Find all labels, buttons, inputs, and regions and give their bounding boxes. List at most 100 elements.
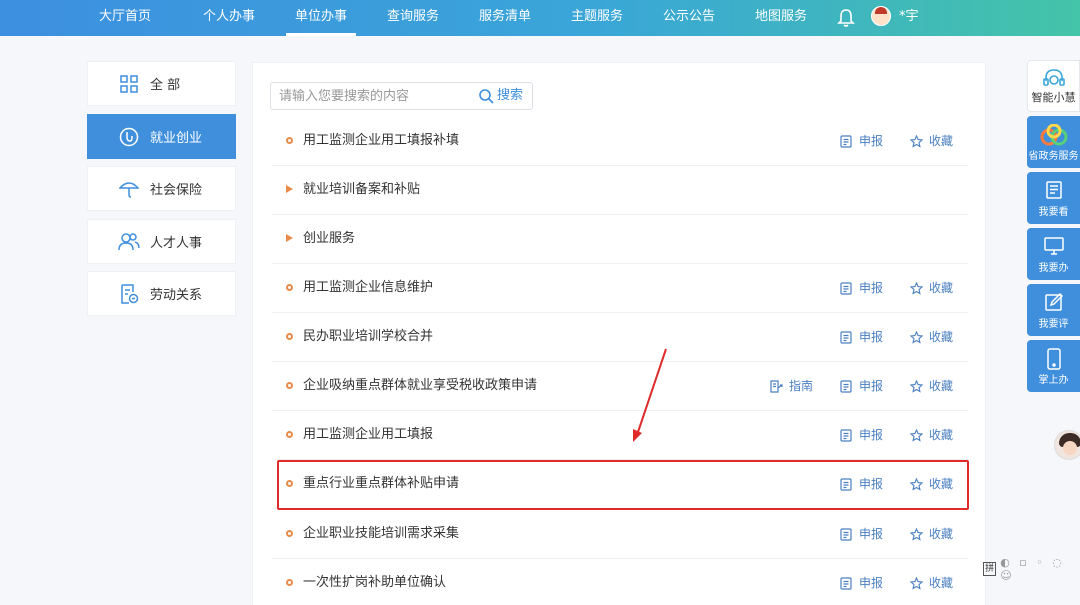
side-button-label: 我要评 (1038, 319, 1069, 330)
service-title[interactable]: 一次性扩岗补助单位确认 (303, 559, 446, 605)
top-nav-bar: 大厅首页 个人办事 单位办事 查询服务 服务清单 主题服务 公示公告 地图服务 … (0, 0, 1080, 36)
service-title[interactable]: 用工监测企业用工填报 (303, 411, 433, 459)
form-icon (840, 281, 852, 295)
form-icon (840, 428, 852, 442)
favorite-label: 收藏 (929, 576, 954, 590)
favorite-button[interactable]: 收藏 (910, 559, 953, 605)
apply-button[interactable]: 申报 (840, 460, 883, 508)
search-button-label: 搜索 (497, 88, 524, 103)
favorite-label: 收藏 (929, 477, 954, 491)
search-button[interactable]: 搜索 (479, 83, 523, 109)
apply-button[interactable]: 申报 (840, 264, 883, 312)
apply-button[interactable]: 申报 (840, 411, 883, 459)
apply-label: 申报 (859, 477, 884, 491)
side-review-button[interactable]: 我要评 (1027, 284, 1080, 336)
category-social-insurance[interactable]: 社会保险 (87, 166, 236, 211)
service-title[interactable]: 创业服务 (303, 215, 355, 263)
category-label: 全 部 (150, 78, 181, 93)
ime-tools-icon[interactable]: ◐ ▫ ◦ ◌ ☺ (1000, 556, 1080, 582)
favorite-label: 收藏 (929, 281, 954, 295)
side-mobile-button[interactable]: 掌上办 (1027, 340, 1080, 392)
floating-assistant-avatar[interactable] (1054, 430, 1080, 460)
nav-unit[interactable]: 单位办事 (286, 0, 357, 36)
favorite-button[interactable]: 收藏 (910, 313, 953, 361)
nav-query[interactable]: 查询服务 (387, 0, 439, 36)
list-item[interactable]: 就业培训备案和补贴 (272, 166, 968, 215)
apply-label: 申报 (859, 281, 884, 295)
apply-button[interactable]: 申报 (840, 313, 883, 361)
category-labor-relations[interactable]: 劳动关系 (87, 271, 236, 316)
apply-button[interactable]: 申报 (840, 559, 883, 605)
nav-service-list[interactable]: 服务清单 (479, 0, 531, 36)
bullet-icon (286, 480, 293, 487)
favorite-button[interactable]: 收藏 (910, 460, 953, 508)
category-talent[interactable]: 人才人事 (87, 219, 236, 264)
monitor-icon (1043, 237, 1064, 255)
form-icon (840, 527, 852, 541)
user-avatar[interactable] (871, 6, 891, 26)
search-input[interactable] (279, 83, 469, 109)
bullet-icon (286, 431, 293, 438)
nav-theme[interactable]: 主题服务 (571, 0, 623, 36)
apply-button[interactable]: 申报 (840, 117, 883, 165)
side-button-label: 我要办 (1038, 263, 1069, 274)
edit-icon (1044, 292, 1063, 311)
service-title[interactable]: 企业职业技能培训需求采集 (303, 510, 459, 558)
document-icon (118, 283, 140, 305)
favorite-button[interactable]: 收藏 (910, 362, 953, 410)
service-title[interactable]: 企业吸纳重点群体就业享受税收政策申请 (303, 362, 537, 410)
category-all[interactable]: 全 部 (87, 61, 236, 106)
nav-home[interactable]: 大厅首页 (99, 0, 151, 36)
umbrella-icon (118, 178, 140, 200)
apply-label: 申报 (859, 527, 884, 541)
apply-button[interactable]: 申报 (840, 362, 883, 410)
service-title[interactable]: 用工监测企业用工填报补填 (303, 117, 459, 165)
service-title[interactable]: 重点行业重点群体补贴申请 (303, 460, 459, 508)
expand-arrow-icon[interactable] (286, 185, 293, 193)
apply-button[interactable]: 申报 (840, 510, 883, 558)
side-view-button[interactable]: 我要看 (1027, 172, 1080, 224)
nav-notice[interactable]: 公示公告 (663, 0, 715, 36)
favorite-button[interactable]: 收藏 (910, 117, 953, 165)
employment-icon (118, 126, 140, 148)
category-label: 劳动关系 (150, 288, 203, 303)
apply-label: 申报 (859, 379, 884, 393)
service-title[interactable]: 就业培训备案和补贴 (303, 166, 420, 214)
favorite-button[interactable]: 收藏 (910, 264, 953, 312)
favorite-button[interactable]: 收藏 (910, 510, 953, 558)
star-icon (910, 379, 923, 393)
user-name[interactable]: *宇 (899, 0, 919, 34)
favorite-button[interactable]: 收藏 (910, 411, 953, 459)
phone-icon (1046, 348, 1061, 370)
bullet-icon (286, 382, 293, 389)
star-icon (910, 134, 923, 148)
side-button-label: 掌上办 (1038, 375, 1069, 386)
list-item[interactable]: 用工监测企业用工填报补填 申报 收藏 (272, 117, 968, 166)
list-item[interactable]: 一次性扩岗补助单位确认 申报 收藏 (272, 559, 968, 605)
list-item[interactable]: 企业职业技能培训需求采集 申报 收藏 (272, 510, 968, 559)
nav-map[interactable]: 地图服务 (755, 0, 807, 36)
favorite-label: 收藏 (929, 428, 954, 442)
list-item[interactable]: 创业服务 (272, 215, 968, 264)
service-title[interactable]: 用工监测企业信息维护 (303, 264, 433, 312)
ime-pinyin-icon[interactable]: 拼 (983, 562, 997, 576)
favorite-label: 收藏 (929, 379, 954, 393)
assistant-button[interactable]: 智能小慧 (1027, 60, 1080, 112)
form-icon (840, 379, 852, 393)
guide-button[interactable]: 指南 (770, 362, 813, 410)
apply-label: 申报 (859, 576, 884, 590)
side-handle-button[interactable]: 我要办 (1027, 228, 1080, 280)
assistant-label: 智能小慧 (1031, 91, 1076, 104)
apply-label: 申报 (859, 134, 884, 148)
people-icon (118, 231, 140, 253)
list-item[interactable]: 用工监测企业信息维护 申报 收藏 (272, 264, 968, 313)
category-employment[interactable]: 就业创业 (87, 114, 236, 159)
star-icon (910, 527, 923, 541)
side-gov-service-button[interactable]: 省政务服务 (1027, 116, 1080, 168)
expand-arrow-icon[interactable] (286, 234, 293, 242)
nav-personal[interactable]: 个人办事 (203, 0, 255, 36)
list-item[interactable]: 重点行业重点群体补贴申请 申报 收藏 (272, 460, 968, 509)
bullet-icon (286, 284, 293, 291)
bell-icon[interactable] (837, 8, 855, 28)
service-title[interactable]: 民办职业培训学校合并 (303, 313, 433, 361)
